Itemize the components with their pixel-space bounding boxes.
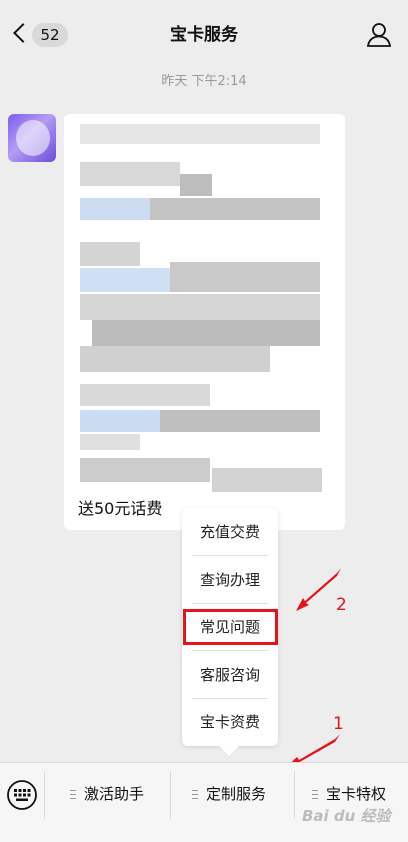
menu-list-icon [70, 790, 76, 799]
bottom-menu-bar: 激活助手 定制服务 宝卡特权 [0, 762, 408, 842]
keyboard-icon [7, 780, 37, 810]
bottom-menu-activation-helper[interactable]: 激活助手 [70, 779, 144, 809]
bottom-menu-label: 定制服务 [206, 785, 267, 803]
menu-list-icon [192, 790, 198, 799]
bottom-menu-label: 激活助手 [84, 785, 145, 803]
menu-list-icon [312, 790, 318, 799]
keyboard-toggle-button[interactable] [5, 778, 39, 812]
divider [294, 771, 295, 819]
annotation-arrows [285, 568, 341, 768]
bottom-menu-label: 宝卡特权 [326, 785, 387, 803]
arrow-icon [296, 568, 341, 611]
bottom-menu-custom-service[interactable]: 定制服务 [192, 779, 266, 809]
watermark: Bai du 经验 [302, 807, 391, 825]
divider [170, 771, 171, 819]
divider [44, 771, 45, 819]
